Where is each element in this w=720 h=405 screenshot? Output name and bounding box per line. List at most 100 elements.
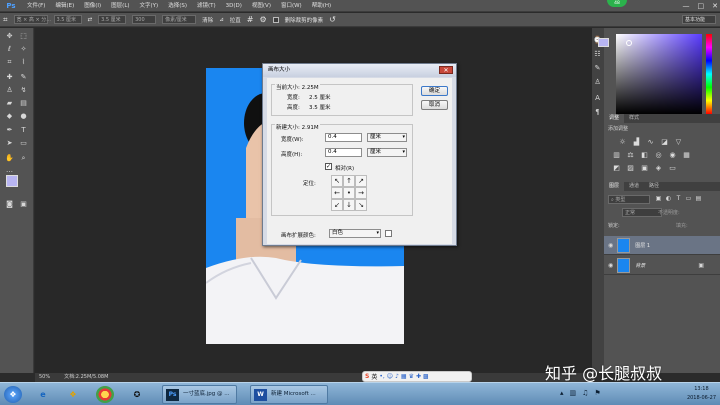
anchor-top-right-arrow-icon[interactable]: ↗ [355,175,367,187]
foreground-color-swatch[interactable] [6,175,18,187]
invert-icon[interactable]: ◩ [612,164,621,172]
start-button[interactable]: ❖ [4,386,22,403]
anchor-bottom-right-arrow-icon[interactable]: ↘ [355,199,367,211]
ratio-select[interactable]: 宽 × 高 × 分... [13,15,51,24]
menu-file[interactable]: 文件(F) [22,0,50,12]
menu-window[interactable]: 窗口(W) [276,0,307,12]
chrome-icon[interactable] [96,386,114,403]
properties-panel-icon[interactable]: ☷ [593,50,602,59]
straighten-icon[interactable]: ⊿ [219,17,224,23]
keyboard-icon[interactable]: ▦ [401,373,407,380]
resolution-unit-select[interactable]: 像素/厘米 [162,15,197,24]
hand-tool-icon[interactable]: ✋ [5,154,14,163]
ime-language[interactable]: 英 [371,372,377,381]
crop-tool-icon[interactable]: ⌗ [5,58,14,67]
file-explorer-icon[interactable]: ❖ [64,386,82,403]
hue-saturation-icon[interactable]: ▥ [612,151,621,159]
color-balance-icon[interactable]: ⚖ [626,151,635,159]
menu-help[interactable]: 帮助(H) [307,0,336,12]
menu-filter[interactable]: 滤镜(T) [192,0,221,12]
visibility-eye-icon[interactable]: ◉ [608,242,613,249]
ie-browser-icon[interactable]: e [34,386,52,403]
document-info[interactable]: 文档:2.25M/5.08M [64,373,108,382]
tray-volume-icon[interactable]: ♫ [582,389,588,397]
color-lookup-icon[interactable]: ▦ [682,151,691,159]
pen-tool-icon[interactable]: ✒ [5,126,14,135]
black-white-icon[interactable]: ◧ [640,151,649,159]
gradient-tool-icon[interactable]: ▤ [19,99,28,108]
character-panel-icon[interactable]: A [593,94,602,103]
anchor-bottom-arrow-icon[interactable]: ↓ [343,199,355,211]
menu-image[interactable]: 图像(I) [79,0,106,12]
blend-mode-select[interactable]: 正常 [622,208,662,217]
visibility-eye-icon[interactable]: ◉ [608,262,613,269]
tray-up-arrow-icon[interactable]: ▴ [560,389,564,397]
layer-row[interactable]: ◉ 图层 1 [604,236,720,255]
reset-icon[interactable]: ↺ [329,15,336,24]
punctuation-icon[interactable]: •, [379,373,384,380]
extension-color-swatch[interactable] [385,230,392,237]
qq-icon[interactable]: ✪ [128,386,146,403]
gradient-map-icon[interactable]: ▭ [668,164,677,172]
straighten-button[interactable]: 拉直 [230,16,241,24]
clone-stamp-icon[interactable]: ♙ [5,86,14,95]
tab-styles[interactable]: 样式 [624,114,644,123]
healing-brush-icon[interactable]: ✚ [5,73,14,82]
width-field[interactable]: 3.5 厘米 [53,15,82,24]
delete-cropped-checkbox[interactable] [272,16,279,23]
exposure-icon[interactable]: ◪ [660,138,669,146]
clear-button[interactable]: 清除 [202,16,213,24]
path-select-icon[interactable]: ➤ [5,139,14,148]
taskbar-photoshop-window[interactable]: Ps 一寸蓝底.jpg @ ... [162,385,237,404]
brightness-icon[interactable]: ☼ [618,138,627,146]
filter-shape-icon[interactable]: ▭ [684,195,693,203]
layer-kind-filter[interactable]: ⌕ 类型 [608,195,650,204]
workspace-select[interactable]: 基本功能 [682,15,716,24]
menu-grid-icon[interactable]: ▩ [423,373,429,380]
minimize-button[interactable]: — [683,0,690,12]
brush-tool-icon[interactable]: ✎ [19,73,28,82]
anchor-center-dot-icon[interactable]: • [343,187,355,199]
color-picker-cursor[interactable] [626,40,632,46]
filter-type-icon[interactable]: T [674,195,683,203]
eyedropper-icon[interactable]: ⌇ [19,58,28,67]
crop-tool-icon[interactable]: ⌗ [3,15,8,25]
microphone-icon[interactable]: ♪ [395,373,399,380]
history-brush-icon[interactable]: ↯ [19,86,28,95]
sogou-logo-icon[interactable]: S [365,373,369,380]
zoom-tool-icon[interactable]: ⌕ [19,154,28,163]
clone-panel-icon[interactable]: ♙ [593,78,602,87]
zoom-level[interactable]: 50% [39,373,50,382]
tools-icon[interactable]: ✚ [416,373,421,380]
menu-layer[interactable]: 图层(L) [106,0,134,12]
width-unit-select[interactable]: 厘米 [367,133,407,142]
levels-icon[interactable]: ▟ [632,138,641,146]
emoji-icon[interactable]: ☺ [387,373,393,380]
relative-checkbox[interactable]: ✓ [325,163,332,170]
maximize-button[interactable]: □ [698,0,705,12]
anchor-top-arrow-icon[interactable]: ↑ [343,175,355,187]
posterize-icon[interactable]: ▨ [626,164,635,172]
shape-tool-icon[interactable]: ▭ [19,139,28,148]
anchor-left-arrow-icon[interactable]: ← [331,187,343,199]
taskbar-clock[interactable]: 13:18 2018-06-27 [687,385,716,403]
height-field[interactable]: 3.5 厘米 [98,15,127,24]
cancel-button[interactable]: 取消 [421,100,448,110]
blur-tool-icon[interactable]: ◆ [5,112,14,121]
close-button[interactable]: ✕ [712,0,718,12]
panel-foreground-swatch[interactable] [598,38,609,47]
move-tool-icon[interactable]: ✥ [5,32,14,41]
threshold-icon[interactable]: ▣ [640,164,649,172]
height-unit-select[interactable]: 厘米 [367,148,407,157]
hue-slider[interactable] [706,34,712,114]
dialog-close-button[interactable]: ✕ [439,66,453,74]
marquee-tool-icon[interactable]: ⬚ [19,32,28,41]
tab-adjustments[interactable]: 调整 [604,114,625,123]
extension-color-select[interactable]: 白色 [329,229,381,238]
brush-panel-icon[interactable]: ✎ [593,64,602,73]
curves-icon[interactable]: ∿ [646,138,655,146]
dodge-tool-icon[interactable]: ● [19,112,28,121]
ok-button[interactable]: 确定 [421,86,448,96]
width-input[interactable]: 0.4 [325,133,362,142]
anchor-top-left-arrow-icon[interactable]: ↖ [331,175,343,187]
